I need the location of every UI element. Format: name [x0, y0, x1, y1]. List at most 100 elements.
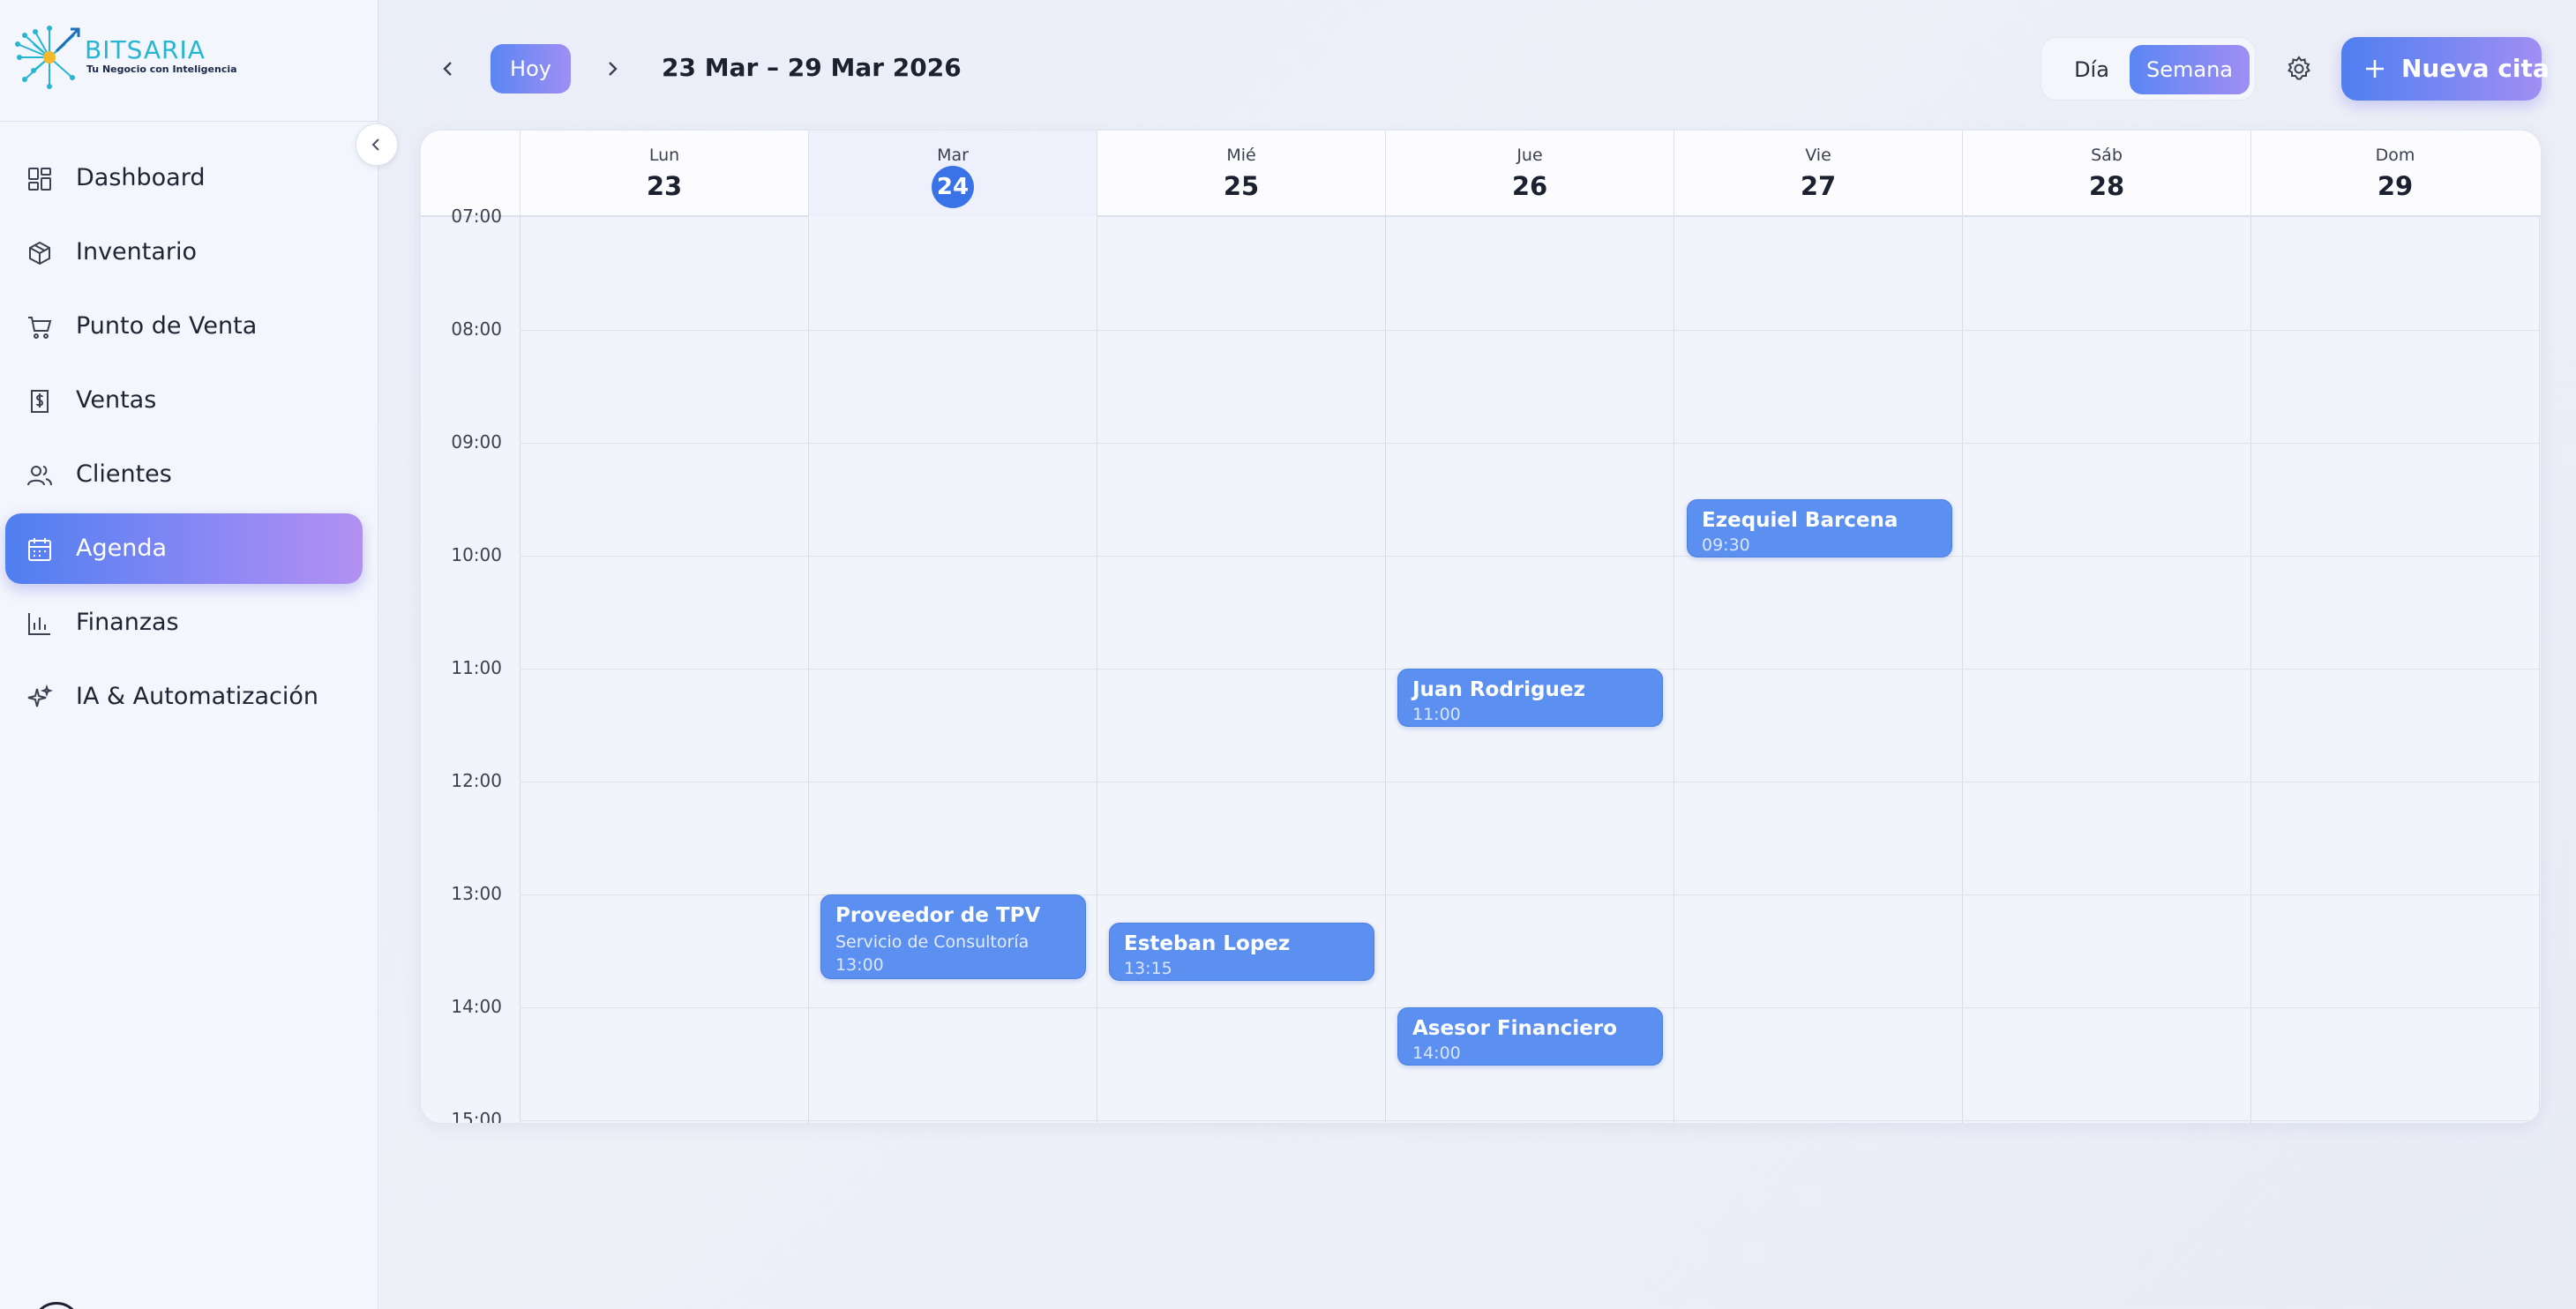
plus-icon	[2366, 60, 2384, 78]
event-juan-rodriguez[interactable]: Juan Rodriguez 11:00	[1397, 669, 1663, 727]
view-day-button[interactable]: Día	[2052, 45, 2131, 94]
today-day-number: 24	[932, 166, 974, 208]
hour-row-divider	[520, 894, 2539, 895]
day-name: Lun	[648, 146, 680, 165]
day-name: Mar	[937, 146, 969, 165]
sidebar-item-clientes[interactable]: Clientes	[5, 439, 363, 510]
hour-label: 10:00	[451, 544, 502, 565]
day-name: Sáb	[2091, 146, 2123, 165]
sidebar-item-dashboard[interactable]: Dashboard	[5, 143, 363, 213]
sidebar-item-label: Dashboard	[76, 164, 206, 191]
day-header-dom[interactable]: Dom 29	[2250, 131, 2539, 217]
sidebar-item-inventario[interactable]: Inventario	[5, 217, 363, 288]
hour-label: 14:00	[451, 996, 502, 1017]
new-appointment-label: Nueva cita	[2401, 54, 2550, 83]
day-header-mar[interactable]: Mar 24	[808, 131, 1097, 217]
day-number: 27	[1800, 171, 1837, 201]
sidebar-item-finanzas[interactable]: Finanzas	[5, 587, 363, 658]
event-time: 13:00	[835, 955, 884, 975]
event-time: 11:00	[1412, 705, 1461, 724]
chevron-left-icon	[371, 138, 379, 151]
hour-row-divider	[520, 556, 2539, 557]
day-column-divider	[808, 217, 809, 1123]
date-range-title: 23 Mar – 29 Mar 2026	[662, 53, 962, 82]
user-avatar[interactable]	[32, 1302, 81, 1309]
event-title: Asesor Financiero	[1412, 1017, 1618, 1040]
day-name: Vie	[1805, 146, 1831, 165]
event-esteban-lopez[interactable]: Esteban Lopez 13:15	[1109, 923, 1374, 981]
collapse-sidebar-button[interactable]	[356, 123, 398, 166]
sparkles-icon	[27, 684, 53, 707]
event-time: 09:30	[1702, 535, 1750, 555]
chevron-right-icon	[609, 62, 618, 76]
day-column-divider	[1962, 217, 1963, 1123]
day-number: 23	[646, 171, 683, 201]
hour-label: 09:00	[451, 431, 502, 453]
next-week-button[interactable]	[593, 49, 632, 88]
calendar-icon	[28, 538, 51, 561]
sidebar-item-label: IA & Automatización	[76, 683, 318, 710]
sidebar-item-label: Finanzas	[76, 609, 179, 636]
users-icon	[27, 466, 52, 486]
new-appointment-button[interactable]: Nueva cita	[2341, 37, 2550, 101]
view-week-button[interactable]: Semana	[2130, 45, 2250, 94]
sidebar-item-ventas[interactable]: Ventas	[5, 365, 363, 436]
event-time: 14:00	[1412, 1043, 1461, 1063]
brand-logo-icon	[15, 26, 80, 89]
brand-name: BITSARIA	[85, 35, 206, 64]
receipt-dollar-icon	[31, 390, 49, 413]
event-title: Juan Rodriguez	[1412, 678, 1585, 701]
sidebar-item-punto-de-venta[interactable]: Punto de Venta	[5, 291, 363, 362]
hour-label: 12:00	[451, 770, 502, 791]
event-subtitle: Servicio de Consultoría	[835, 932, 1030, 952]
sidebar-item-label: Agenda	[76, 535, 168, 562]
hour-label: 11:00	[451, 657, 502, 678]
day-number: 28	[2088, 171, 2125, 201]
event-title: Proveedor de TPV	[835, 904, 1041, 927]
hour-row-divider	[520, 443, 2539, 444]
gear-icon	[2288, 56, 2310, 80]
today-button[interactable]: Hoy	[490, 44, 571, 94]
event-ezequiel-barcena[interactable]: Ezequiel Barcena 09:30	[1687, 499, 1952, 557]
day-number: 26	[1511, 171, 1548, 201]
event-time: 13:15	[1124, 959, 1172, 978]
day-column-divider	[2539, 217, 2540, 1123]
sidebar-item-label: Clientes	[76, 460, 172, 488]
brand-tagline: Tu Negocio con Inteligencia	[86, 64, 237, 75]
day-header-sab[interactable]: Sáb 28	[1962, 131, 2250, 217]
day-name: Dom	[2375, 146, 2415, 165]
week-calendar: Lun 23 Mar 24 Mié 25 Jue 26 Vie 27 Sáb 2…	[420, 130, 2542, 1124]
sidebar-item-label: Inventario	[76, 238, 198, 266]
day-number: 25	[1223, 171, 1260, 201]
day-header-jue[interactable]: Jue 26	[1385, 131, 1674, 217]
event-title: Esteban Lopez	[1124, 932, 1291, 955]
event-proveedor-de-tpv[interactable]: Proveedor de TPV Servicio de Consultoría…	[820, 894, 1086, 979]
hour-row-divider	[520, 1120, 2539, 1121]
hour-row-divider	[520, 330, 2539, 331]
day-name: Jue	[1516, 146, 1543, 165]
logo-area: BITSARIA Tu Negocio con Inteligencia	[0, 0, 378, 122]
day-column-divider	[1385, 217, 1386, 1123]
day-header-lun[interactable]: Lun 23	[520, 131, 808, 217]
sidebar-item-label: Ventas	[76, 386, 157, 414]
day-column-divider	[2250, 217, 2251, 1123]
previous-week-button[interactable]	[429, 49, 468, 88]
package-icon	[29, 241, 50, 266]
hour-label: 07:00	[451, 206, 502, 227]
day-header-vie[interactable]: Vie 27	[1674, 131, 1962, 217]
cart-icon	[28, 317, 52, 339]
sidebar-item-agenda[interactable]: Agenda	[5, 513, 363, 584]
event-asesor-financiero[interactable]: Asesor Financiero 14:00	[1397, 1007, 1663, 1066]
sidebar-item-label: Punto de Venta	[76, 312, 258, 340]
event-title: Ezequiel Barcena	[1702, 509, 1898, 532]
day-name: Mié	[1226, 146, 1256, 165]
bar-chart-icon	[28, 613, 50, 635]
dashboard-icon	[28, 168, 51, 191]
hour-label: 15:00	[451, 1109, 502, 1124]
sidebar-item-ia-automatizacion[interactable]: IA & Automatización	[5, 662, 363, 732]
hour-label: 13:00	[451, 883, 502, 904]
calendar-header: Lun 23 Mar 24 Mié 25 Jue 26 Vie 27 Sáb 2…	[421, 131, 2541, 217]
sidebar-nav: Dashboard Inventario Punto de Venta Vent…	[5, 143, 363, 736]
settings-button[interactable]	[2281, 51, 2317, 86]
day-header-mie[interactable]: Mié 25	[1097, 131, 1385, 217]
